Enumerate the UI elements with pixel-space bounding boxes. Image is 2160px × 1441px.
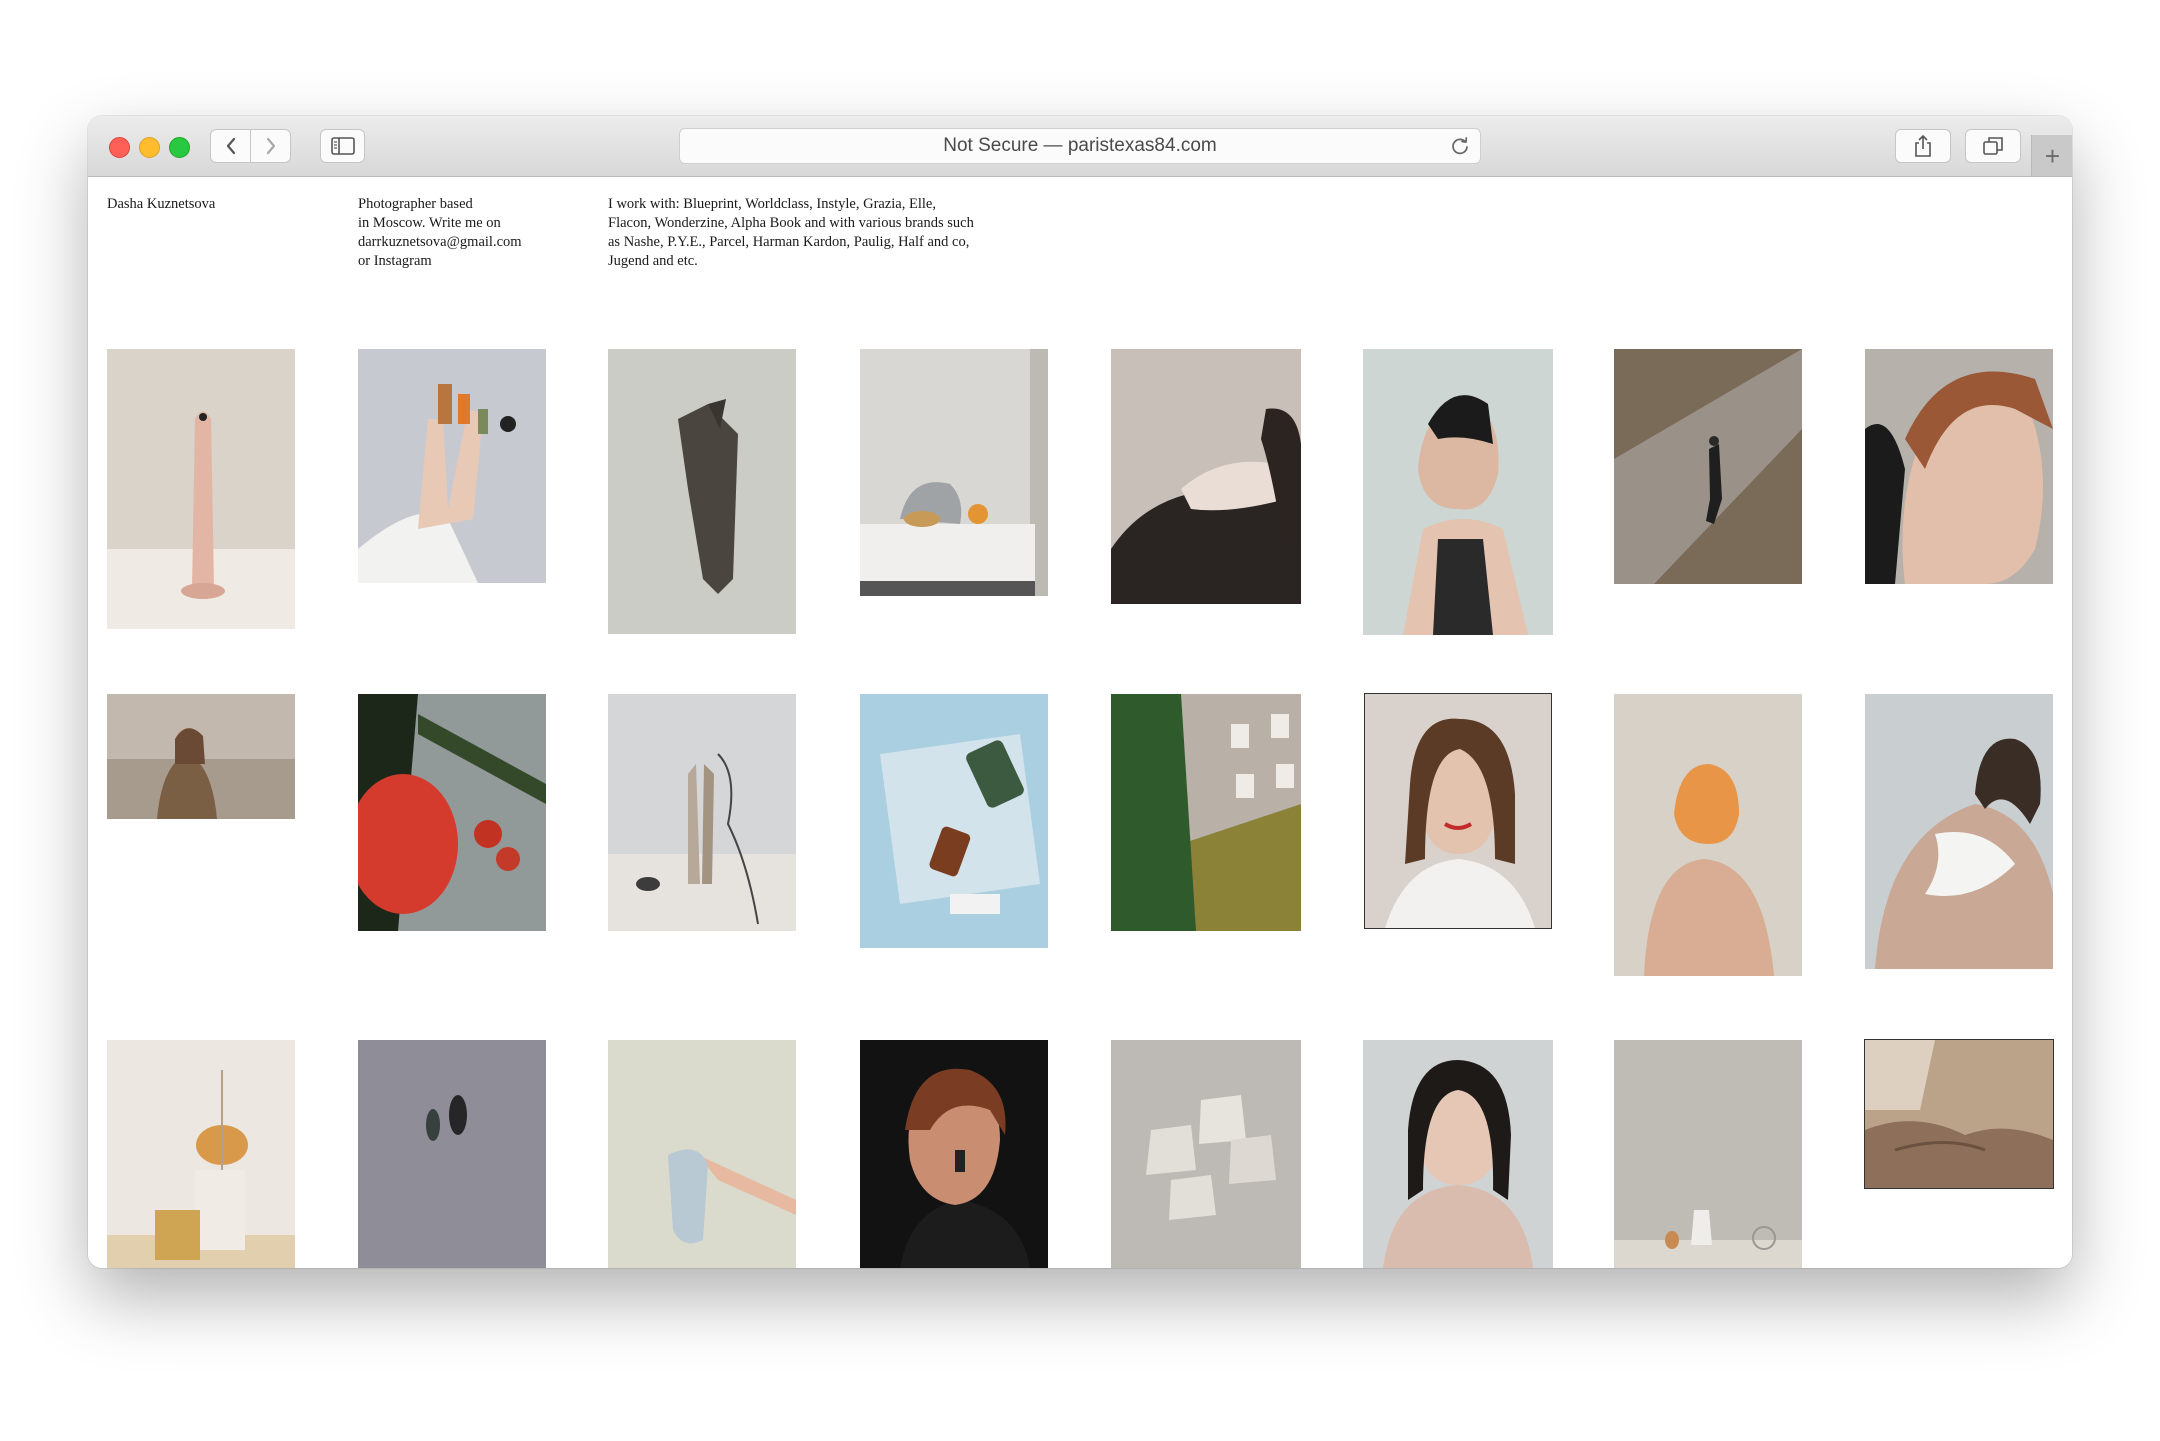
back-button[interactable]	[210, 129, 251, 163]
photo-thumbnail[interactable]	[1111, 349, 1301, 604]
zoom-window-button[interactable]	[169, 137, 190, 158]
client-list: I work with: Blueprint, Worldclass, Inst…	[608, 196, 974, 269]
photo-thumbnail[interactable]	[860, 1040, 1048, 1268]
chevron-right-icon	[266, 137, 275, 155]
navigation-buttons	[210, 129, 292, 163]
photographer-name: Dasha Kuznetsova	[107, 196, 216, 212]
tabs-overview-button[interactable]	[1965, 129, 2021, 163]
photo-thumbnail[interactable]	[1363, 349, 1553, 635]
photo-thumbnail[interactable]	[107, 1040, 295, 1268]
sidebar-button[interactable]	[320, 129, 365, 163]
page-content: Dasha Kuznetsova Photographer based in M…	[88, 177, 2072, 1268]
chevron-left-icon	[226, 137, 235, 155]
photo-thumbnail[interactable]	[608, 1040, 796, 1268]
photo-thumbnail[interactable]	[107, 349, 295, 629]
minimize-window-button[interactable]	[139, 137, 160, 158]
tabs-overview-icon	[1983, 137, 2003, 155]
photo-thumbnail[interactable]	[860, 349, 1048, 596]
photo-thumbnail[interactable]	[1111, 1040, 1301, 1268]
photo-thumbnail[interactable]	[1614, 349, 1802, 584]
sidebar-icon	[330, 137, 355, 155]
photo-thumbnail[interactable]	[1864, 1039, 2054, 1189]
address-text: Not Secure — paristexas84.com	[943, 135, 1217, 156]
photo-thumbnail[interactable]	[1614, 694, 1802, 976]
photo-thumbnail[interactable]	[608, 349, 796, 634]
photo-thumbnail[interactable]	[1363, 1040, 1553, 1268]
photo-thumbnail[interactable]	[358, 1040, 546, 1268]
photo-thumbnail[interactable]	[860, 694, 1048, 948]
photo-thumbnail[interactable]	[1614, 1040, 1802, 1268]
photographer-bio: Photographer based in Moscow. Write me o…	[358, 196, 522, 269]
photo-thumbnail[interactable]	[1111, 694, 1301, 931]
browser-window: Not Secure — paristexas84.com + Dasha Ku…	[88, 116, 2072, 1268]
photo-thumbnail[interactable]	[358, 694, 546, 931]
browser-toolbar: Not Secure — paristexas84.com +	[88, 116, 2072, 177]
close-window-button[interactable]	[109, 137, 130, 158]
photo-thumbnail[interactable]	[1865, 694, 2053, 969]
share-icon	[1915, 135, 1931, 157]
new-tab-button[interactable]: +	[2031, 135, 2072, 176]
photo-thumbnail[interactable]	[1865, 349, 2053, 584]
photo-thumbnail[interactable]	[608, 694, 796, 931]
share-button[interactable]	[1895, 129, 1951, 163]
photo-thumbnail[interactable]	[1364, 693, 1552, 929]
photo-thumbnail[interactable]	[358, 349, 546, 583]
plus-icon: +	[2044, 140, 2061, 171]
photo-thumbnail[interactable]	[107, 694, 295, 819]
forward-button[interactable]	[250, 129, 291, 163]
address-bar[interactable]: Not Secure — paristexas84.com	[679, 128, 1481, 164]
reload-icon[interactable]	[1450, 136, 1470, 156]
